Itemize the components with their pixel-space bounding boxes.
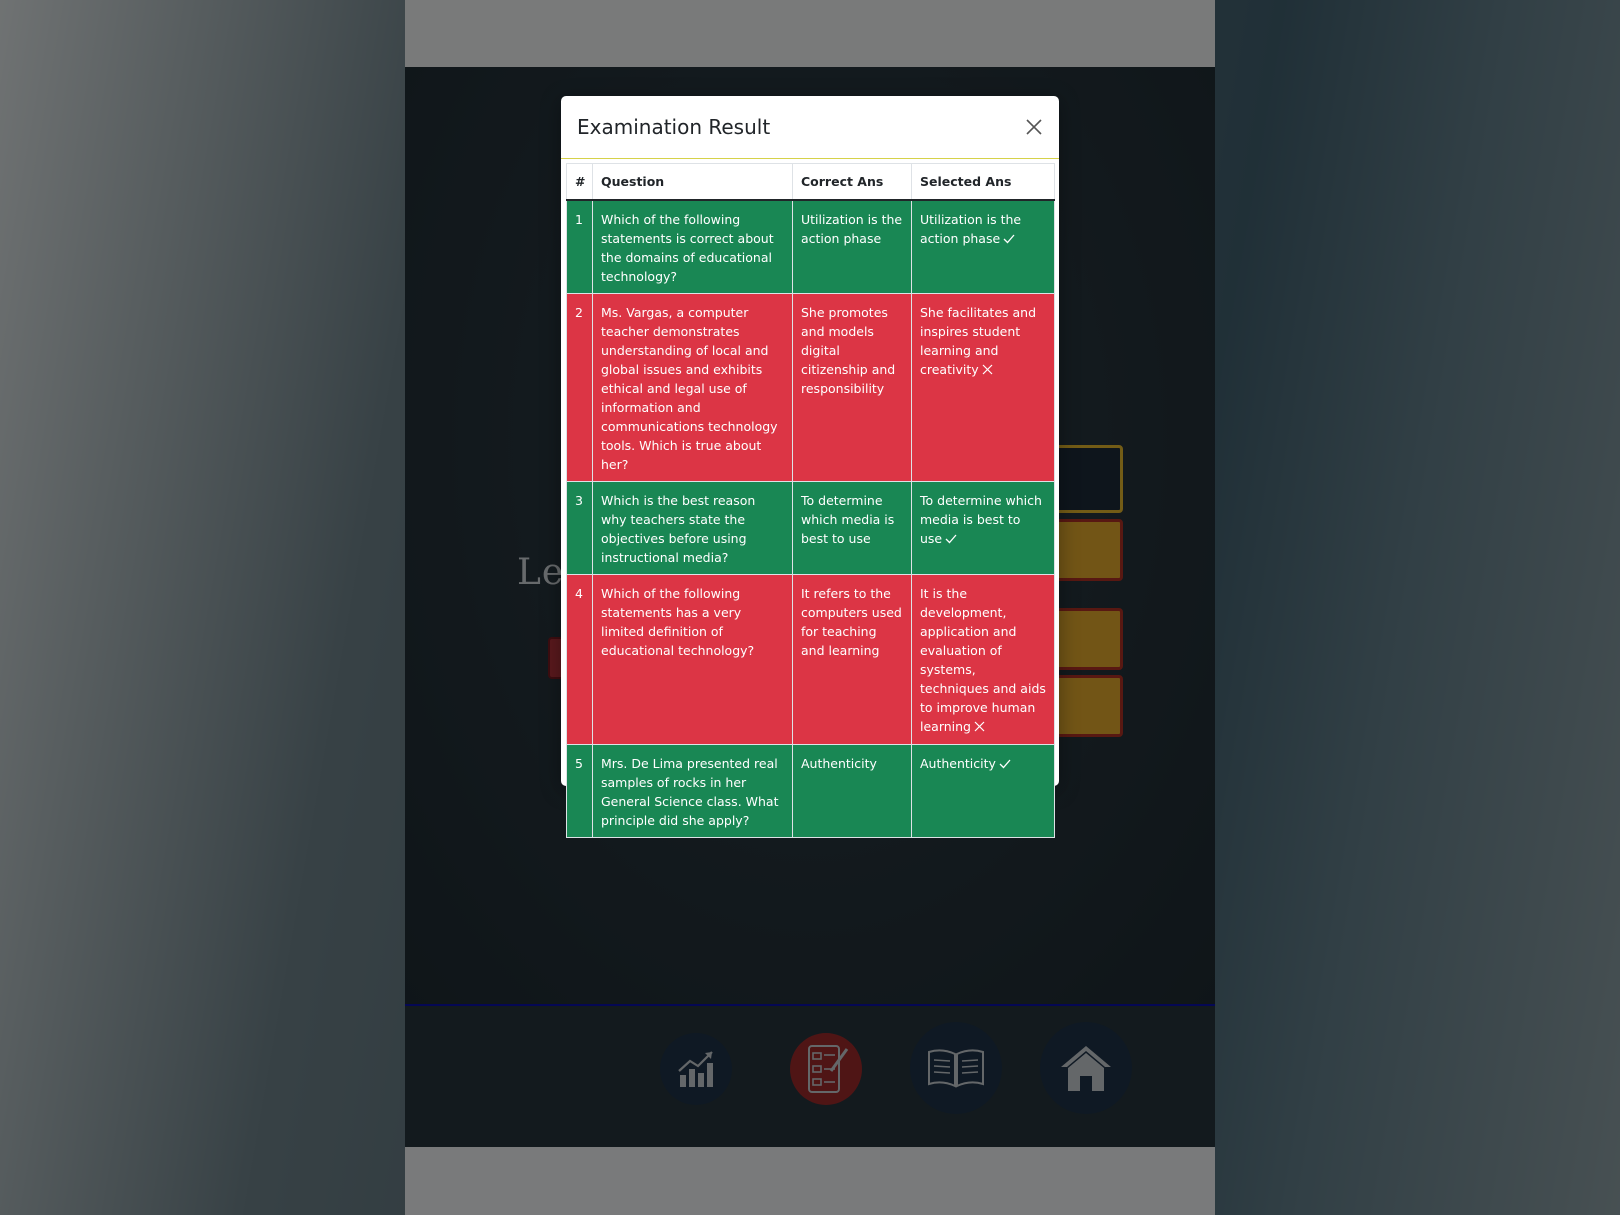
table-header-row: # Question Correct Ans Selected Ans [566,163,1055,201]
row-selected-answer: Authenticity [911,744,1055,838]
check-icon [1003,230,1015,249]
row-number: 5 [566,744,593,838]
table-row: 5 Mrs. De Lima presented real samples of… [566,744,1055,838]
row-number: 2 [566,293,593,482]
selected-answer-text: It is the development, application and e… [920,586,1046,734]
column-header-correct: Correct Ans [792,163,912,201]
row-selected-answer: She facilitates and inspires student lea… [911,293,1055,482]
row-correct-answer: Utilization is the action phase [792,199,912,294]
modal-body: # Question Correct Ans Selected Ans 1 Wh… [561,159,1059,838]
row-correct-answer: To determine which media is best to use [792,481,912,575]
column-header-number: # [566,163,593,201]
check-icon [945,530,957,549]
row-question: Which is the best reason why teachers st… [592,481,793,575]
cross-icon [974,718,985,737]
table-row: 4 Which of the following statements has … [566,574,1055,745]
table-row: 3 Which is the best reason why teachers … [566,481,1055,575]
cross-icon [982,361,993,380]
row-selected-answer: To determine which media is best to use [911,481,1055,575]
results-table: # Question Correct Ans Selected Ans 1 Wh… [566,163,1055,838]
table-row: 2 Ms. Vargas, a computer teacher demonst… [566,293,1055,482]
row-question: Ms. Vargas, a computer teacher demonstra… [592,293,793,482]
row-correct-answer: She promotes and models digital citizens… [792,293,912,482]
selected-answer-text: She facilitates and inspires student lea… [920,305,1037,377]
modal-title: Examination Result [577,115,771,139]
row-question: Which of the following statements has a … [592,574,793,745]
examination-result-modal: Examination Result # Question Correct An… [561,96,1059,838]
row-selected-answer: Utilization is the action phase [911,199,1055,294]
column-header-question: Question [592,163,793,201]
selected-answer-text: Authenticity [920,756,996,771]
selected-answer-text: To determine which media is best to use [920,493,1042,546]
modal-header: Examination Result [561,96,1059,159]
row-number: 3 [566,481,593,575]
row-number: 4 [566,574,593,745]
close-icon [1026,119,1042,135]
table-row: 1 Which of the following statements is c… [566,199,1055,294]
check-icon [999,755,1011,774]
row-selected-answer: It is the development, application and e… [911,574,1055,745]
row-correct-answer: Authenticity [792,744,912,838]
row-question: Which of the following statements is cor… [592,199,793,294]
row-number: 1 [566,199,593,294]
row-correct-answer: It refers to the computers used for teac… [792,574,912,745]
column-header-selected: Selected Ans [911,163,1055,201]
close-button[interactable] [1023,116,1045,138]
row-question: Mrs. De Lima presented real samples of r… [592,744,793,838]
